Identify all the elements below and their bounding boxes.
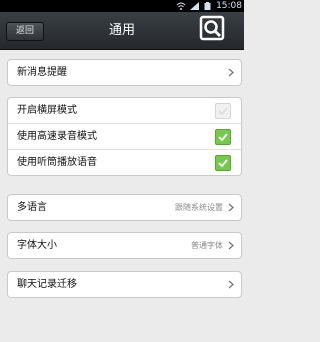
landscape-mode-row[interactable]: 开启横屏模式 bbox=[8, 98, 241, 123]
scan-icon[interactable] bbox=[197, 13, 227, 43]
group-chat-migration: 聊天记录迁移 bbox=[7, 271, 242, 298]
battery-icon bbox=[204, 2, 211, 10]
wifi-icon bbox=[176, 2, 186, 10]
row-label: 新消息提醒 bbox=[17, 67, 67, 78]
chevron-right-icon bbox=[228, 68, 234, 77]
font-size-row[interactable]: 字体大小 普通字体 bbox=[8, 233, 241, 258]
chevron-right-icon bbox=[228, 241, 234, 250]
back-button[interactable]: 返回 bbox=[6, 22, 44, 41]
row-label: 字体大小 bbox=[17, 240, 57, 251]
row-label: 聊天记录迁移 bbox=[17, 279, 77, 290]
title-bar: 通用 返回 bbox=[0, 12, 244, 50]
group-language: 多语言 跟随系统设置 bbox=[7, 194, 242, 221]
language-row[interactable]: 多语言 跟随系统设置 bbox=[8, 195, 241, 220]
chevron-right-icon bbox=[228, 203, 234, 212]
row-label: 使用高速录音模式 bbox=[17, 131, 97, 142]
checkmark-icon bbox=[218, 133, 228, 142]
group-toggles: 开启横屏模式 使用高速录音模式 使用听筒播放语音 bbox=[7, 97, 242, 176]
earpiece-playback-checkbox[interactable] bbox=[215, 155, 231, 171]
row-label: 开启横屏模式 bbox=[17, 105, 77, 116]
status-bar: 15:08 bbox=[0, 0, 244, 12]
row-value: 普通字体 bbox=[191, 241, 223, 250]
earpiece-playback-row[interactable]: 使用听筒播放语音 bbox=[8, 149, 241, 175]
checkmark-icon bbox=[218, 159, 228, 168]
new-message-alert-row[interactable]: 新消息提醒 bbox=[8, 60, 241, 85]
status-time: 15:08 bbox=[216, 1, 242, 11]
landscape-mode-checkbox[interactable] bbox=[215, 103, 231, 119]
high-speed-recording-row[interactable]: 使用高速录音模式 bbox=[8, 123, 241, 149]
signal-icon bbox=[190, 2, 199, 10]
chat-history-migration-row[interactable]: 聊天记录迁移 bbox=[8, 272, 241, 297]
chevron-right-icon bbox=[228, 280, 234, 289]
group-font-size: 字体大小 普通字体 bbox=[7, 232, 242, 259]
checkmark-icon bbox=[218, 107, 228, 116]
row-value: 跟随系统设置 bbox=[175, 203, 223, 212]
row-label: 多语言 bbox=[17, 202, 47, 213]
group-notifications: 新消息提醒 bbox=[7, 59, 242, 86]
high-speed-recording-checkbox[interactable] bbox=[215, 129, 231, 145]
row-label: 使用听筒播放语音 bbox=[17, 157, 97, 168]
